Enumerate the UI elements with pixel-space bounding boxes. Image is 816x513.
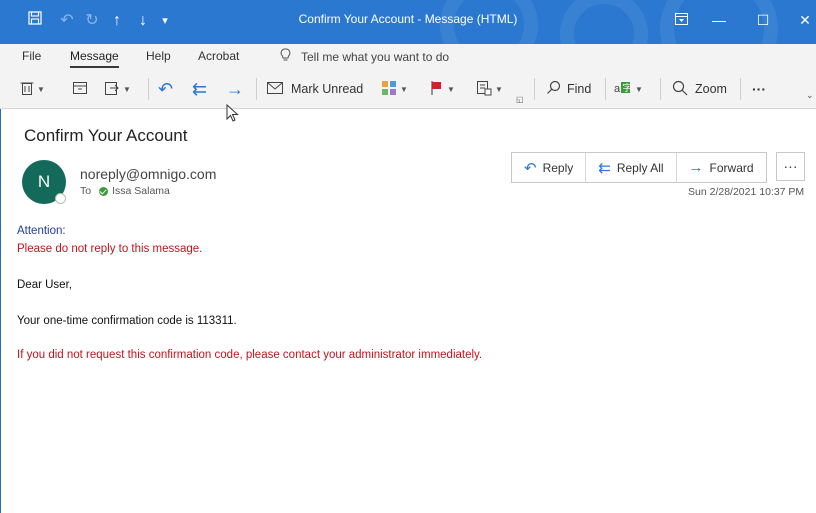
svg-text:字: 字: [623, 82, 632, 93]
attention-heading: Attention:: [17, 225, 66, 237]
tell-me-text: Tell me what you want to do: [301, 49, 450, 64]
warning-message: If you did not request this confirmation…: [17, 349, 483, 361]
recipient-line: To Issa Salama: [80, 185, 170, 197]
lightbulb-icon: [280, 48, 291, 65]
ribbon-separator: [534, 78, 535, 100]
reply-ribbon-button[interactable]: ↶: [158, 78, 173, 100]
document-icon: [476, 80, 492, 99]
move-button[interactable]: ▼: [104, 78, 131, 100]
reply-icon: ↶: [524, 159, 537, 177]
policy-button[interactable]: ▼: [476, 78, 503, 100]
maximize-icon[interactable]: ☐: [751, 10, 775, 30]
mark-unread-button[interactable]: Mark Unread: [266, 78, 363, 100]
find-label: Find: [567, 82, 592, 96]
mouse-cursor-icon: [226, 103, 239, 128]
reply-all-ribbon-button[interactable]: ⇇: [192, 78, 207, 100]
ribbon-separator: [605, 78, 606, 100]
ribbon-collapse-icon[interactable]: ⌄: [806, 84, 814, 106]
reply-icon: ↶: [158, 78, 174, 99]
ribbon-separator: [660, 78, 661, 100]
forward-label: Forward: [709, 160, 754, 175]
archive-button[interactable]: [72, 78, 88, 100]
trash-icon: [20, 80, 34, 99]
message-subject: Confirm Your Account: [24, 126, 188, 145]
message-actions: ↶ Reply ⇇ Reply All → Forward: [511, 152, 767, 183]
tab-message[interactable]: Message: [70, 49, 119, 68]
reply-button[interactable]: ↶ Reply: [512, 153, 587, 182]
forward-icon: →: [226, 78, 244, 99]
ribbon-more-button[interactable]: ···: [752, 78, 766, 100]
forward-ribbon-button[interactable]: →: [226, 78, 244, 100]
ribbon-separator: [148, 78, 149, 100]
translate-icon: a字: [614, 80, 632, 99]
available-status-icon: [99, 186, 109, 196]
recipient-name[interactable]: Issa Salama: [112, 185, 170, 197]
chevron-down-icon: ▼: [400, 84, 408, 94]
message-date: Sun 2/28/2021 10:37 PM: [688, 186, 805, 198]
tell-me-search[interactable]: Tell me what you want to do: [280, 48, 449, 65]
confirmation-code-line: Your one-time confirmation code is 11331…: [17, 315, 237, 327]
delete-button[interactable]: ▼: [20, 78, 45, 100]
menu-tabs: File Message Help Acrobat Tell me what y…: [0, 44, 816, 70]
close-icon[interactable]: ✕: [793, 10, 816, 30]
reply-all-icon: ⇇: [192, 78, 208, 99]
minimize-icon[interactable]: —: [707, 10, 731, 30]
chevron-down-icon: ▼: [495, 84, 503, 94]
chevron-down-icon: ▼: [37, 84, 45, 94]
translate-button[interactable]: a字 ▼: [614, 78, 643, 100]
group-expand-icon[interactable]: ◱: [516, 88, 524, 110]
find-button[interactable]: Find: [546, 78, 591, 100]
zoom-button[interactable]: Zoom: [672, 78, 727, 100]
ribbon-separator: [740, 78, 741, 100]
greeting: Dear User,: [17, 279, 72, 291]
categorize-icon: [381, 80, 397, 99]
to-label: To: [80, 185, 92, 197]
sender-address[interactable]: noreply@omnigo.com: [80, 166, 216, 182]
presence-indicator: [55, 193, 66, 204]
chevron-down-icon: ▼: [635, 84, 643, 94]
tab-file[interactable]: File: [22, 49, 41, 63]
ribbon-toolbar: ▼ ▼ ↶ ⇇ → Mark Unread ▼ ▼ ▼ ◱ Find a 字 ▼…: [0, 70, 816, 109]
flag-icon: [430, 80, 444, 99]
follow-up-button[interactable]: ▼: [430, 78, 455, 100]
envelope-icon: [266, 81, 284, 98]
ribbon-separator: [256, 78, 257, 100]
forward-button[interactable]: → Forward: [677, 153, 766, 182]
zoom-label: Zoom: [695, 82, 727, 96]
window-title: Confirm Your Account - Message (HTML): [298, 12, 518, 26]
reply-all-icon: ⇇: [598, 159, 611, 177]
tab-acrobat[interactable]: Acrobat: [198, 49, 239, 63]
ribbon-display-icon[interactable]: [669, 10, 693, 30]
chevron-down-icon: ▼: [447, 84, 455, 94]
chevron-down-icon: ▼: [123, 84, 131, 94]
more-actions-button[interactable]: ···: [776, 152, 805, 181]
forward-icon: →: [688, 159, 704, 176]
reply-all-button[interactable]: ⇇ Reply All: [586, 153, 677, 182]
mark-unread-label: Mark Unread: [291, 82, 364, 96]
reply-label: Reply: [542, 160, 574, 175]
categorize-button[interactable]: ▼: [381, 78, 408, 100]
reply-all-label: Reply All: [616, 160, 664, 175]
move-icon: [104, 80, 120, 99]
title-bar: ↶ ↻ ↑ ↓ ▾ Confirm Your Account - Message…: [0, 0, 816, 44]
no-reply-notice: Please do not reply to this message.: [17, 243, 203, 255]
svg-text:a: a: [614, 83, 621, 95]
outlook-message-window: ↶ ↻ ↑ ↓ ▾ Confirm Your Account - Message…: [0, 0, 816, 513]
zoom-icon: [672, 80, 688, 99]
archive-icon: [72, 81, 88, 98]
search-icon: [546, 80, 561, 98]
tab-help[interactable]: Help: [146, 49, 171, 63]
